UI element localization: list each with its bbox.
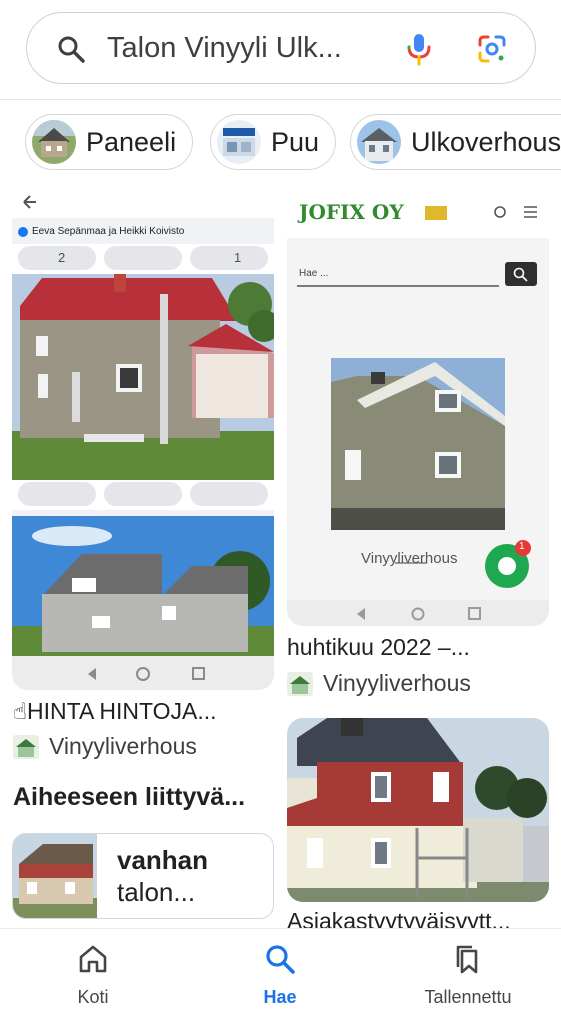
- nav-label: Tallennettu: [424, 987, 512, 1007]
- post-author: Eeva Sepänmaa ja Heikki Koivisto: [32, 226, 185, 237]
- related-text: vanhan talon...: [117, 844, 267, 908]
- search-icon: [58, 36, 85, 63]
- result-caption-3[interactable]: Asiakastyytyväisyytt...: [287, 908, 549, 928]
- chip-label: Ulkoverhous: [411, 126, 561, 157]
- nav-label: Hae: [263, 987, 297, 1007]
- related-heading: Aiheeseen liittyvä...: [13, 783, 246, 811]
- chip-label: Paneeli: [86, 126, 177, 157]
- chip-puu[interactable]: Puu: [210, 114, 337, 170]
- image-results-grid: Eeva Sepänmaa ja Heikki Koivisto 2 1 ☝HI…: [0, 186, 561, 928]
- product-label: Vinyyliverhous: [361, 550, 458, 567]
- chip-ulkoverhous[interactable]: Ulkoverhous: [350, 114, 561, 170]
- filter-chips: Paneeli Puu Ulkoverhous: [0, 100, 561, 186]
- chip-label: Puu: [271, 126, 320, 157]
- source-name: Vinyyliverhous: [49, 733, 197, 759]
- chip-thumbnail: [32, 120, 76, 164]
- google-lens-icon[interactable]: [476, 33, 508, 65]
- site-logo: JOFIX OY: [299, 200, 404, 224]
- home-icon: [79, 945, 107, 973]
- nav-koti[interactable]: Koti: [3, 943, 183, 1008]
- source-name: Vinyyliverhous: [323, 670, 471, 696]
- bottom-navigation: Koti Hae Tallennettu: [0, 928, 561, 1024]
- search-icon: [266, 945, 295, 974]
- related-subtitle: talon...: [117, 877, 196, 907]
- search-query[interactable]: Talon Vinyyli Ulk...: [107, 32, 342, 65]
- related-title: vanhan: [117, 845, 209, 875]
- result-image-1[interactable]: Eeva Sepänmaa ja Heikki Koivisto 2 1: [12, 186, 274, 690]
- chip-thumbnail: [357, 120, 401, 164]
- result-caption-2[interactable]: huhtikuu 2022 –...: [287, 634, 549, 661]
- site-favicon: [13, 734, 39, 759]
- chip-thumbnail: [217, 120, 261, 164]
- result-image-2[interactable]: JOFIX OY Hae ... Vinyyliverhous 1: [287, 186, 549, 626]
- result-caption-1[interactable]: ☝HINTA HINTOJA...: [13, 698, 275, 725]
- related-thumbnail: [13, 834, 97, 918]
- result-source-1[interactable]: Vinyyliverhous: [13, 733, 197, 760]
- microphone-icon[interactable]: [404, 32, 434, 66]
- result-image-3[interactable]: [287, 718, 549, 902]
- share-count: 1: [234, 250, 242, 265]
- search-header: Talon Vinyyli Ulk...: [0, 0, 561, 100]
- like-count: 2: [58, 250, 66, 265]
- site-search-placeholder: Hae ...: [299, 268, 329, 279]
- chip-paneeli[interactable]: Paneeli: [25, 114, 194, 170]
- search-bar[interactable]: Talon Vinyyli Ulk...: [26, 12, 536, 84]
- nav-label: Koti: [77, 987, 109, 1007]
- nav-hae[interactable]: Hae: [190, 943, 370, 1008]
- site-favicon: [287, 671, 313, 696]
- bookmarks-icon: [456, 945, 478, 974]
- result-image-3-art: [287, 718, 549, 902]
- related-search-card[interactable]: vanhan talon...: [12, 833, 274, 919]
- nav-tallennettu[interactable]: Tallennettu: [378, 943, 558, 1008]
- result-source-2[interactable]: Vinyyliverhous: [287, 670, 471, 697]
- chat-badge-count: 1: [519, 541, 525, 552]
